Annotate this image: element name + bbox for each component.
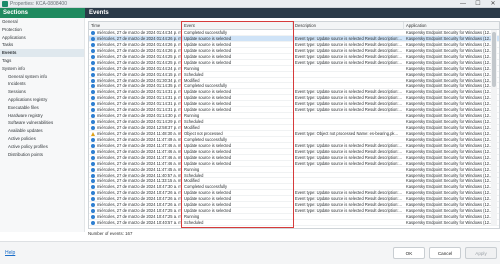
sidebar-item[interactable]: General xyxy=(0,18,84,26)
cell-event: Scheduled xyxy=(184,220,204,225)
cell-application: Kaspersky Endpoint Security for Windows … xyxy=(406,220,493,225)
sidebar-item[interactable]: Active policies xyxy=(0,135,84,143)
sidebar-item[interactable]: Applications xyxy=(0,34,84,42)
sidebar-item[interactable]: Software vulnerabilities xyxy=(0,119,84,127)
vertical-scrollbar[interactable] xyxy=(491,30,497,225)
apply-button[interactable]: Apply xyxy=(465,247,497,259)
sidebar-item[interactable]: Tags xyxy=(0,57,84,65)
table-header: Time Event Description Application xyxy=(89,22,499,30)
close-icon[interactable]: ✕ xyxy=(486,0,500,8)
event-count: Number of events: 167 xyxy=(88,231,133,236)
sidebar-item[interactable]: Applications registry xyxy=(0,96,84,104)
sidebar-item[interactable]: Available updates xyxy=(0,127,84,135)
ok-button[interactable]: OK xyxy=(393,247,425,259)
app-icon xyxy=(2,1,8,7)
sidebar-item[interactable]: System info xyxy=(0,65,84,73)
sidebar-item[interactable]: Active policy profiles xyxy=(0,143,84,151)
main-header: Events xyxy=(85,8,500,18)
help-link[interactable]: Help xyxy=(5,250,15,257)
maximize-icon[interactable]: ☐ xyxy=(471,0,485,8)
sidebar-item[interactable]: Tasks xyxy=(0,41,84,49)
sidebar-title: Sections xyxy=(3,10,29,16)
title-bar: Properties: KCA-0808400 — ☐ ✕ xyxy=(0,0,500,8)
sidebar-item[interactable]: Protection xyxy=(0,26,84,34)
scrollbar-thumb[interactable] xyxy=(492,32,496,87)
page-title: Events xyxy=(89,10,109,16)
window-title: Properties: KCA-0808400 xyxy=(10,1,67,7)
column-header-application[interactable]: Application xyxy=(404,22,499,30)
sidebar-header: Sections xyxy=(0,8,85,18)
events-table: Time Event Description Application miérc… xyxy=(88,21,500,229)
minimize-icon[interactable]: — xyxy=(456,0,470,8)
sidebar-item[interactable]: General system info xyxy=(0,73,84,81)
dialog-footer: Help OK Cancel Apply xyxy=(0,241,500,264)
column-header-event[interactable]: Event xyxy=(182,22,293,30)
sidebar-item[interactable]: Sessions xyxy=(0,88,84,96)
sidebar: General Protection Applications Tasks Events… xyxy=(0,18,85,232)
cell-description xyxy=(293,220,403,226)
sidebar-item[interactable]: Events xyxy=(0,49,84,57)
sidebar-item[interactable]: Hardware registry xyxy=(0,112,84,120)
table-row[interactable]: miércoles, 27 de marzo de 2024 10:40:57 … xyxy=(89,220,499,226)
sidebar-item[interactable]: Incidents xyxy=(0,80,84,88)
sidebar-item[interactable]: Executable files xyxy=(0,104,84,112)
cancel-button[interactable]: Cancel xyxy=(429,247,461,259)
sidebar-item[interactable]: Distribution points xyxy=(0,151,84,159)
column-header-time[interactable]: Time xyxy=(89,22,182,30)
table-body: miércoles, 27 de marzo de 2024 01:44:34 … xyxy=(89,30,499,226)
cell-time: miércoles, 27 de marzo de 2024 10:40:57 … xyxy=(97,220,181,225)
column-header-description[interactable]: Description xyxy=(293,22,404,30)
